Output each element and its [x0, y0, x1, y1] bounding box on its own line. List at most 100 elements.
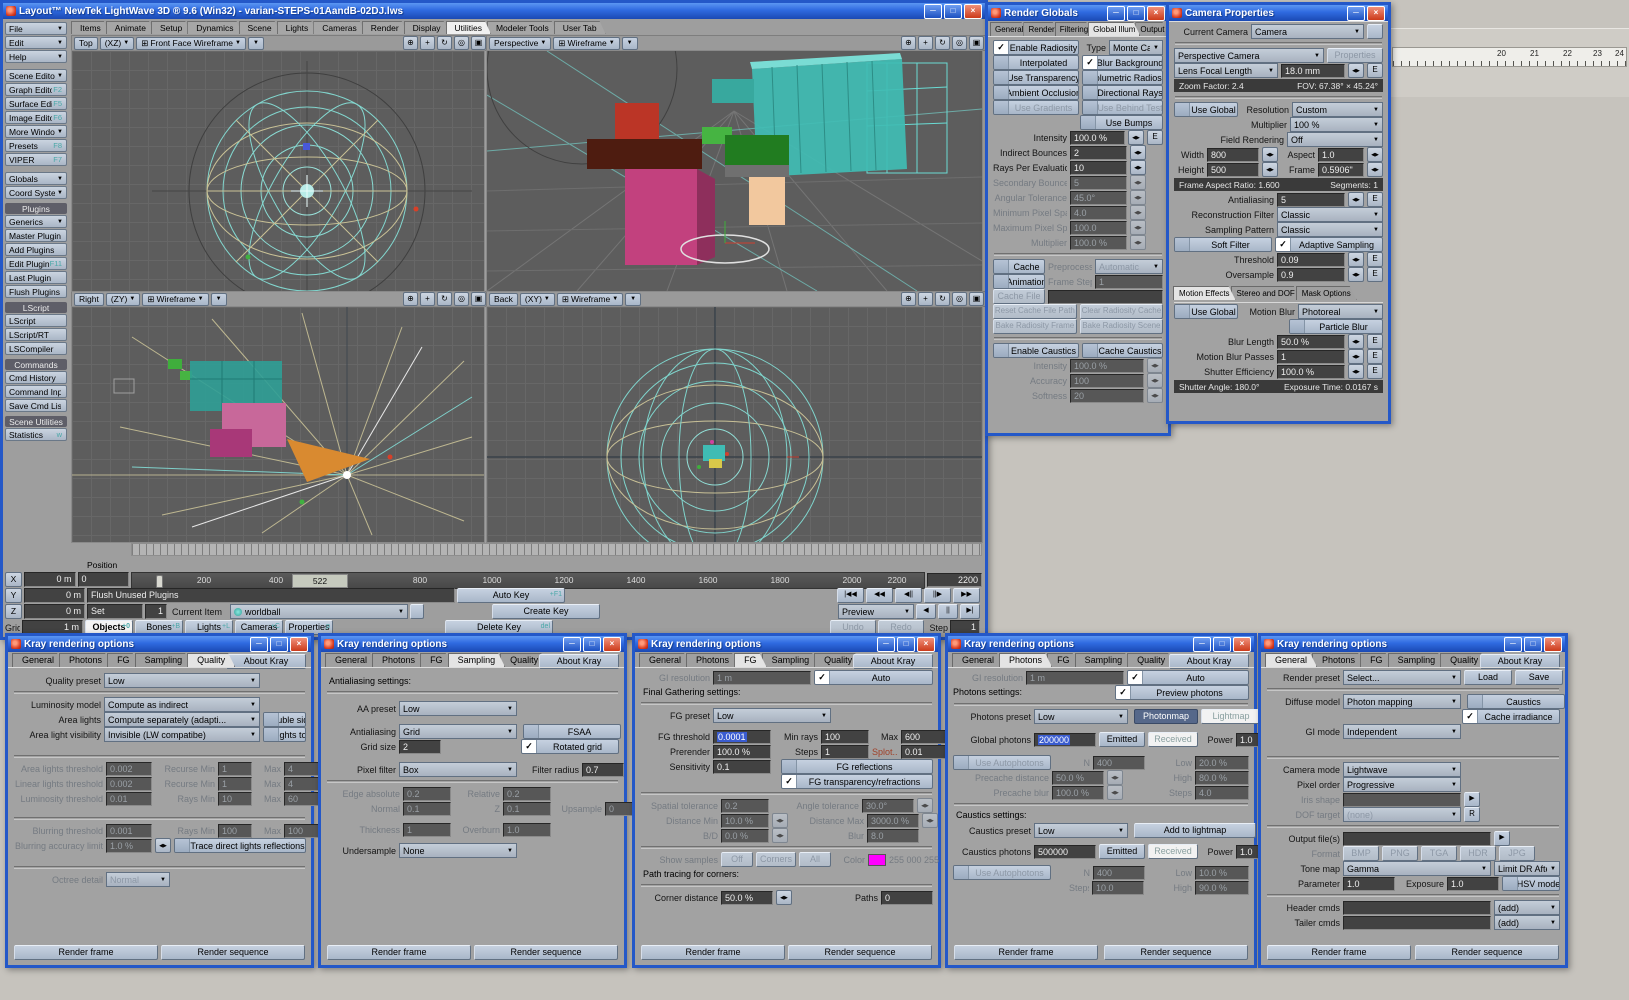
- x-axis-button[interactable]: X: [5, 572, 22, 587]
- caustics-photons-field[interactable]: 500000: [1034, 845, 1096, 859]
- radiosity-type-dropdown[interactable]: Monte Carlo: [1109, 40, 1163, 55]
- sidebar-item[interactable]: Scene Editor▼: [5, 69, 67, 82]
- close-button[interactable]: ×: [1367, 6, 1385, 21]
- viewport-tool-icon[interactable]: ◎: [454, 292, 469, 306]
- corner-distance-field[interactable]: 50.0 %: [721, 891, 773, 905]
- render-mode-dropdown[interactable]: ⊞Wireframe▼: [557, 293, 623, 306]
- viewport-tool-icon[interactable]: ⊕: [403, 292, 418, 306]
- render-sequence-button[interactable]: Render sequence: [788, 945, 932, 960]
- item-lock-button[interactable]: [410, 604, 424, 619]
- quality-preset-dropdown[interactable]: Low: [104, 673, 260, 688]
- tailer-cmds-field[interactable]: [1343, 916, 1491, 930]
- z-value[interactable]: 0 m: [24, 604, 85, 619]
- close-button[interactable]: ×: [1147, 6, 1165, 21]
- close-button[interactable]: ×: [290, 637, 308, 652]
- dialog-tab[interactable]: Stereo and DOF: [1231, 286, 1301, 300]
- sidebar-item[interactable]: LScript: [5, 314, 67, 327]
- y-axis-button[interactable]: Y: [5, 588, 22, 603]
- received-toggle[interactable]: Received: [1148, 732, 1198, 747]
- viewport-options-dropdown[interactable]: ▼: [211, 293, 227, 306]
- current-item-dropdown[interactable]: worldball: [230, 604, 408, 619]
- pixel-order-dropdown[interactable]: Progressive: [1343, 777, 1461, 792]
- shutter-efficiency-field[interactable]: 100.0 %: [1277, 365, 1345, 379]
- render-sequence-button[interactable]: Render sequence: [1104, 945, 1248, 960]
- maximize-button[interactable]: □: [1524, 637, 1542, 652]
- sidebar-item[interactable]: Last Plugin: [5, 271, 67, 284]
- fg-preset-dropdown[interactable]: Low: [713, 708, 831, 723]
- render-frame-button[interactable]: Render frame: [14, 945, 158, 960]
- volumetric-radiosity-checkbox[interactable]: Volumetric Radiosity: [1082, 70, 1163, 85]
- rotated-grid-checkbox[interactable]: Rotated grid: [521, 739, 619, 754]
- sidebar-item[interactable]: Help▼: [5, 50, 67, 63]
- sidebar-item[interactable]: Save Cmd List: [5, 399, 67, 412]
- adaptive-sampling-checkbox[interactable]: Adaptive Sampling: [1275, 237, 1383, 252]
- particle-blur-checkbox[interactable]: Particle Blur: [1289, 319, 1383, 334]
- menu-tab[interactable]: Animate: [106, 21, 155, 34]
- render-frame-button[interactable]: Render frame: [641, 945, 785, 960]
- add-to-lightmap-button[interactable]: Add to lightmap: [1134, 823, 1256, 838]
- menu-tab[interactable]: Utilities: [446, 21, 491, 34]
- viewport-tool-icon[interactable]: ▣: [471, 292, 486, 306]
- dialog-tab[interactable]: Mask Options: [1296, 286, 1357, 300]
- minimize-button[interactable]: ─: [877, 637, 895, 652]
- dialog-tab[interactable]: Quality: [1127, 653, 1175, 667]
- lens-dropdown[interactable]: Lens Focal Length: [1174, 63, 1278, 78]
- photons-preset-dropdown[interactable]: Low: [1034, 709, 1128, 724]
- kray-titlebar[interactable]: Kray rendering options─□×: [635, 636, 938, 652]
- emitted-toggle[interactable]: Emitted: [1099, 732, 1145, 747]
- cache-irradiance-checkbox[interactable]: Cache irradiance: [1462, 709, 1560, 724]
- menu-tab[interactable]: Items: [71, 21, 110, 34]
- viewport-tool-icon[interactable]: ▣: [471, 36, 486, 50]
- camera-step-button[interactable]: [1367, 24, 1383, 39]
- envelope-button[interactable]: E: [1147, 130, 1163, 145]
- viewport-tool-icon[interactable]: ↻: [935, 36, 950, 50]
- render-mode-dropdown[interactable]: ⊞Wireframe▼: [142, 293, 208, 306]
- preview-transport-button[interactable]: ||: [938, 604, 958, 619]
- dof-refresh-button[interactable]: R: [1464, 807, 1480, 822]
- sampling-pattern-dropdown[interactable]: Classic: [1277, 222, 1383, 237]
- output-files-field[interactable]: [1343, 832, 1491, 846]
- stepper-icon[interactable]: [1130, 145, 1146, 160]
- stepper-icon[interactable]: [1130, 160, 1146, 175]
- menu-tab[interactable]: Scene: [239, 21, 281, 34]
- sidebar-item[interactable]: Master Plugins: [5, 229, 67, 242]
- sidebar-item[interactable]: Edit PluginsF11: [5, 257, 67, 270]
- aa-preset-dropdown[interactable]: Low: [399, 701, 517, 716]
- auto-checkbox[interactable]: Auto: [814, 670, 933, 685]
- limit-dr-dropdown[interactable]: Limit DR After ...: [1494, 861, 1560, 876]
- menu-tab[interactable]: Display: [404, 21, 450, 34]
- axis-dropdown[interactable]: (XY)▼: [520, 293, 555, 306]
- stepper-icon[interactable]: [1348, 364, 1364, 379]
- lens-field[interactable]: 18.0 mm: [1281, 64, 1345, 78]
- intensity-field[interactable]: 100.0 %: [1070, 131, 1125, 145]
- trace-direct-lights-checkbox[interactable]: Trace direct lights reflections: [174, 838, 306, 853]
- soft-filter-checkbox[interactable]: Soft Filter: [1174, 237, 1272, 252]
- dialog-tab[interactable]: Photons: [1312, 653, 1365, 667]
- width-field[interactable]: 800: [1207, 148, 1259, 162]
- sidebar-item[interactable]: PresetsF8: [5, 139, 67, 152]
- kray-titlebar[interactable]: Kray rendering options─□×: [948, 636, 1254, 652]
- envelope-button[interactable]: E: [1367, 63, 1383, 78]
- transport-button[interactable]: ◀◀: [866, 588, 893, 603]
- dialog-tab[interactable]: Filtering: [1055, 22, 1093, 36]
- viewport-tool-icon[interactable]: ◎: [952, 36, 967, 50]
- current-camera-dropdown[interactable]: Camera: [1251, 24, 1364, 39]
- close-button[interactable]: ×: [917, 637, 935, 652]
- dialog-tab[interactable]: General: [12, 653, 64, 667]
- dialog-tab[interactable]: Sampling: [448, 653, 506, 667]
- render-mode-dropdown[interactable]: ⊞Front Face Wireframe▼: [136, 37, 246, 50]
- min-rays-field[interactable]: 100: [821, 730, 869, 744]
- render-preset-dropdown[interactable]: Select...: [1343, 670, 1461, 685]
- double-sided-checkbox[interactable]: Double sided: [263, 712, 306, 727]
- cache-caustics-checkbox[interactable]: Cache Caustics: [1082, 343, 1163, 358]
- parameter-field[interactable]: 1.0: [1343, 877, 1395, 891]
- grid-size-field[interactable]: 2: [399, 740, 441, 754]
- dialog-tab[interactable]: Output: [1135, 22, 1169, 36]
- enable-radiosity-checkbox[interactable]: Enable Radiosity: [993, 40, 1079, 55]
- viewport-tool-icon[interactable]: ◎: [952, 292, 967, 306]
- stepper-icon[interactable]: [1348, 252, 1364, 267]
- maximize-button[interactable]: □: [270, 637, 288, 652]
- transport-button[interactable]: ◀||: [895, 588, 922, 603]
- hsv-mode-checkbox[interactable]: HSV mode: [1502, 876, 1560, 891]
- minimize-button[interactable]: ─: [250, 637, 268, 652]
